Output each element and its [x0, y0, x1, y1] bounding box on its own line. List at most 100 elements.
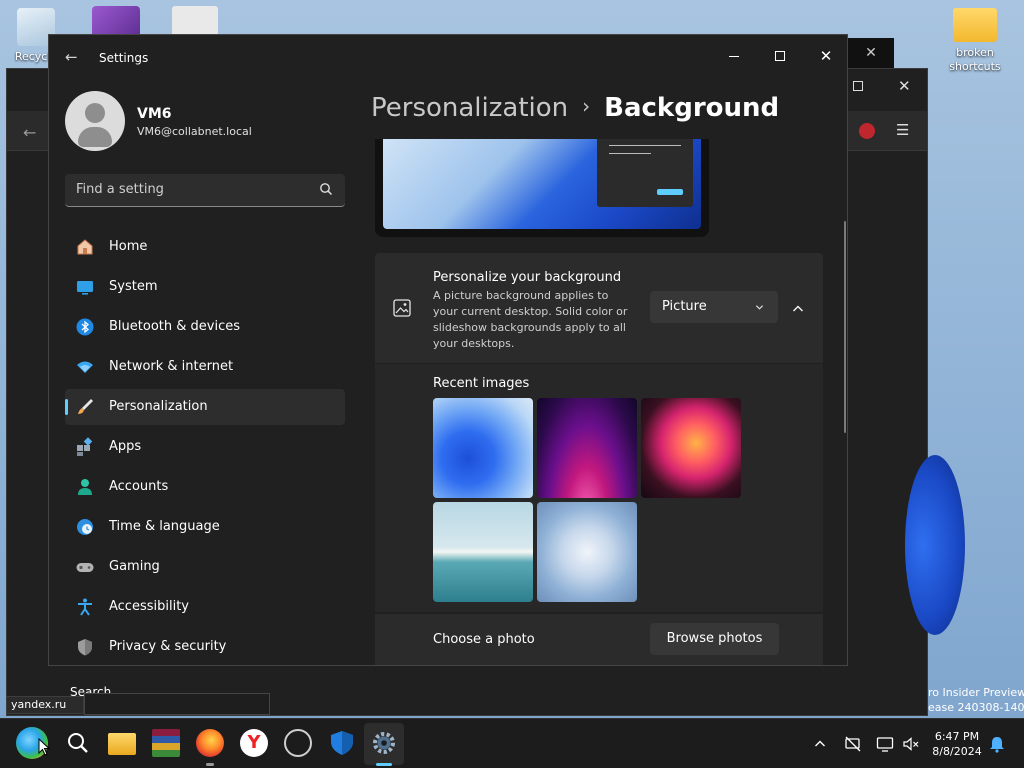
broken-shortcuts-label: broken shortcuts: [949, 46, 1001, 73]
recent-images-label: Recent images: [433, 376, 530, 391]
preview-line: [609, 145, 681, 146]
ublock-icon[interactable]: [859, 123, 875, 139]
browser-tab-strip-close[interactable]: ✕: [848, 38, 894, 68]
personalize-title: Personalize your background: [433, 270, 622, 285]
display-icon[interactable]: [876, 735, 894, 753]
nav-item-gaming[interactable]: Gaming: [65, 549, 345, 585]
search-icon[interactable]: [64, 729, 92, 757]
clock-globe-icon: [77, 519, 93, 535]
maximize-icon: [775, 51, 785, 61]
scrollbar[interactable]: [844, 221, 846, 433]
nav-label-network: Network & internet: [109, 359, 234, 374]
recent-image-4[interactable]: [433, 502, 533, 602]
preview-accent-button: [657, 189, 683, 195]
accounts-icon: [78, 479, 92, 495]
nav-item-privacy[interactable]: Privacy & security: [65, 629, 345, 665]
recent-image-1[interactable]: [433, 398, 533, 498]
nav-item-time-language[interactable]: Time & language: [65, 509, 345, 545]
mouse-cursor-icon: [38, 738, 50, 756]
browser-close-icon[interactable]: ✕: [898, 77, 911, 95]
close-button[interactable]: ✕: [803, 41, 847, 71]
find-setting-input[interactable]: Find a setting: [65, 174, 345, 207]
browser-maximize-icon[interactable]: [853, 81, 863, 91]
recent-images-section: Recent images: [375, 364, 823, 612]
brush-icon: [78, 399, 93, 414]
taskbar-clock[interactable]: 6:47 PM 8/8/2024: [928, 729, 986, 759]
nav-label-bluetooth: Bluetooth & devices: [109, 319, 240, 334]
recent-image-3[interactable]: [641, 398, 741, 498]
system-icon: [77, 281, 93, 295]
bluetooth-icon: [76, 318, 94, 336]
choose-photo-label: Choose a photo: [433, 632, 535, 647]
nav-label-gaming: Gaming: [109, 559, 160, 574]
wifi-icon: [77, 361, 93, 373]
settings-window[interactable]: ← Settings ✕ VM6 VM6@collabnet.local Fin…: [48, 34, 848, 666]
clock-time: 6:47 PM: [934, 730, 980, 743]
nav-item-network[interactable]: Network & internet: [65, 349, 345, 385]
close-icon: ✕: [819, 47, 833, 65]
volume-mute-icon[interactable]: [902, 735, 920, 753]
title-bar: ← Settings ✕: [49, 35, 847, 79]
background-type-dropdown[interactable]: Picture: [650, 291, 778, 323]
recent-image-2[interactable]: [537, 398, 637, 498]
breadcrumb-separator: ›: [582, 94, 591, 118]
choose-photo-row: Choose a photo Browse photos: [375, 614, 823, 665]
nav-label-time-language: Time & language: [109, 519, 220, 534]
personalize-description: A picture background applies to your cur…: [433, 289, 628, 350]
dropdown-value: Picture: [662, 299, 707, 314]
maximize-button[interactable]: [757, 41, 803, 71]
nav-item-system[interactable]: System: [65, 269, 345, 305]
shield-icon: [78, 639, 92, 656]
breadcrumb-parent[interactable]: Personalization: [371, 93, 568, 123]
nav-item-apps[interactable]: Apps: [65, 429, 345, 465]
nav-label-system: System: [109, 279, 158, 294]
search-icon: [320, 183, 333, 196]
home-icon: [77, 239, 93, 255]
avatar-head: [85, 103, 105, 123]
compass-app-icon[interactable]: [284, 729, 312, 757]
notification-bell-icon[interactable]: [988, 735, 1006, 753]
desktop-icon-broken-shortcuts[interactable]: broken shortcuts: [944, 8, 1006, 74]
window-title: Settings: [99, 51, 149, 65]
browser-back-icon[interactable]: ←: [23, 123, 36, 142]
avatar-shoulders: [78, 127, 112, 147]
search-placeholder: Find a setting: [76, 182, 164, 197]
folder-icon: [953, 8, 997, 42]
file-explorer-icon[interactable]: [108, 733, 136, 755]
nav-item-accessibility[interactable]: Accessibility: [65, 589, 345, 625]
nav-label-personalization: Personalization: [109, 399, 208, 414]
yandex-browser-icon[interactable]: Y: [240, 729, 268, 757]
desktop-wallpaper-swirl: [905, 455, 965, 635]
settings-gear-icon: [373, 732, 395, 754]
recent-image-5[interactable]: [537, 502, 637, 602]
avatar[interactable]: [65, 91, 125, 151]
nav-item-bluetooth[interactable]: Bluetooth & devices: [65, 309, 345, 345]
personalize-background-card[interactable]: Personalize your background A picture ba…: [375, 253, 823, 363]
insider-line-1: ro Insider Preview: [928, 686, 1024, 699]
minimize-icon: [729, 55, 739, 57]
insider-line-2: ease 240308-1400: [928, 701, 1024, 714]
apps-icon: [77, 437, 93, 456]
chevron-up-icon[interactable]: [814, 738, 826, 750]
winrar-icon[interactable]: [152, 729, 180, 757]
firefox-icon[interactable]: [196, 729, 224, 757]
preview-window-mock: [597, 139, 693, 207]
settings-running-indicator: [376, 763, 392, 766]
nav-item-home[interactable]: Home: [65, 229, 345, 265]
browse-photos-button[interactable]: Browse photos: [650, 623, 779, 655]
nav-label-accounts: Accounts: [109, 479, 169, 494]
taskbar-search-box[interactable]: [84, 693, 270, 715]
network-disconnected-icon[interactable]: [844, 735, 862, 753]
browser-menu-icon[interactable]: ☰: [896, 121, 909, 139]
minimize-button[interactable]: [711, 41, 757, 71]
nav-item-personalization[interactable]: Personalization: [65, 389, 345, 425]
back-arrow-icon[interactable]: ←: [65, 48, 78, 66]
insider-preview-watermark: ro Insider Preview ease 240308-1400: [928, 685, 1024, 715]
chevron-up-icon[interactable]: [792, 303, 804, 315]
breadcrumb: Personalization › Background: [371, 93, 779, 123]
url-tooltip: yandex.ru: [6, 696, 84, 714]
defender-shield-icon[interactable]: [328, 729, 356, 757]
nav-item-accounts[interactable]: Accounts: [65, 469, 345, 505]
active-indicator: [65, 399, 68, 415]
page-title: Background: [604, 93, 780, 123]
